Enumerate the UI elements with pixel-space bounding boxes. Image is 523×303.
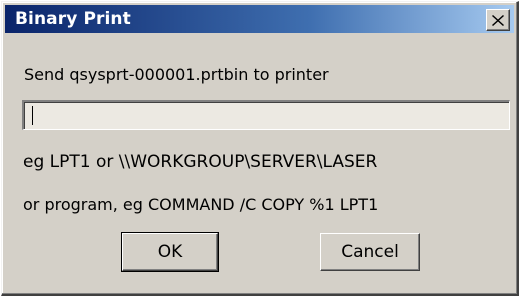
example-program-text: or program, eg COMMAND /C COPY %1 LPT1 (23, 195, 379, 214)
ok-button[interactable]: OK (121, 232, 219, 272)
prompt-label: Send qsysprt-000001.prtbin to printer (24, 65, 329, 84)
window-title: Binary Print (15, 9, 131, 29)
cancel-button[interactable]: Cancel (320, 233, 420, 271)
close-icon (492, 14, 504, 26)
example-printer-text: eg LPT1 or \\WORKGROUP\SERVER\LASER (23, 152, 378, 172)
binary-print-dialog: Binary Print Send qsysprt-000001.prtbin … (1, 1, 519, 296)
text-caret (32, 106, 33, 125)
close-button[interactable] (486, 9, 510, 31)
printer-path-input[interactable] (22, 100, 510, 130)
title-bar[interactable]: Binary Print (5, 5, 514, 33)
